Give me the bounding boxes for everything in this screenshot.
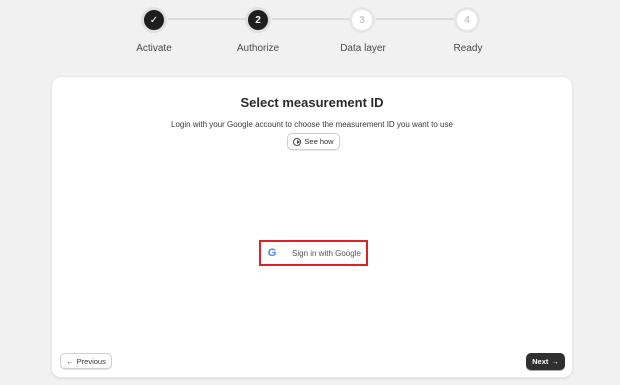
sign-in-with-google-button[interactable]: G Sign in with Google	[259, 240, 368, 266]
previous-button[interactable]: ← Previous	[60, 353, 112, 369]
step-3-indicator: 3	[349, 7, 375, 33]
next-label: Next	[532, 357, 549, 366]
google-logo-icon: G	[267, 247, 277, 259]
arrow-right-icon: →	[551, 357, 559, 366]
step-1-label: Activate	[136, 43, 172, 54]
step-4-indicator: 4	[454, 7, 480, 33]
step-4-label: Ready	[453, 43, 483, 54]
step-connector	[272, 18, 350, 20]
previous-label: Previous	[76, 356, 106, 366]
step-1-checkmark-icon: ✓	[141, 7, 167, 33]
google-button-label: Sign in with Google	[292, 248, 361, 258]
step-2-indicator: 2	[245, 7, 271, 33]
play-circle-icon	[293, 137, 302, 146]
see-how-button[interactable]: See how	[287, 133, 340, 150]
measurement-id-card: Select measurement ID Login with your Go…	[51, 76, 573, 378]
see-how-label: See how	[304, 137, 334, 146]
step-3-label: Data layer	[340, 43, 386, 54]
page-title: Select measurement ID	[240, 95, 384, 110]
arrow-left-icon: ←	[66, 356, 74, 366]
step-connector	[376, 18, 454, 20]
step-2-label: Authorize	[236, 43, 280, 54]
next-button[interactable]: Next →	[526, 353, 565, 370]
step-connector	[168, 18, 246, 20]
progress-stepper: ✓ 2 3 4 Activate Authorize Data layer Re…	[0, 0, 620, 68]
page-subtitle: Login with your Google account to choose…	[171, 120, 453, 129]
